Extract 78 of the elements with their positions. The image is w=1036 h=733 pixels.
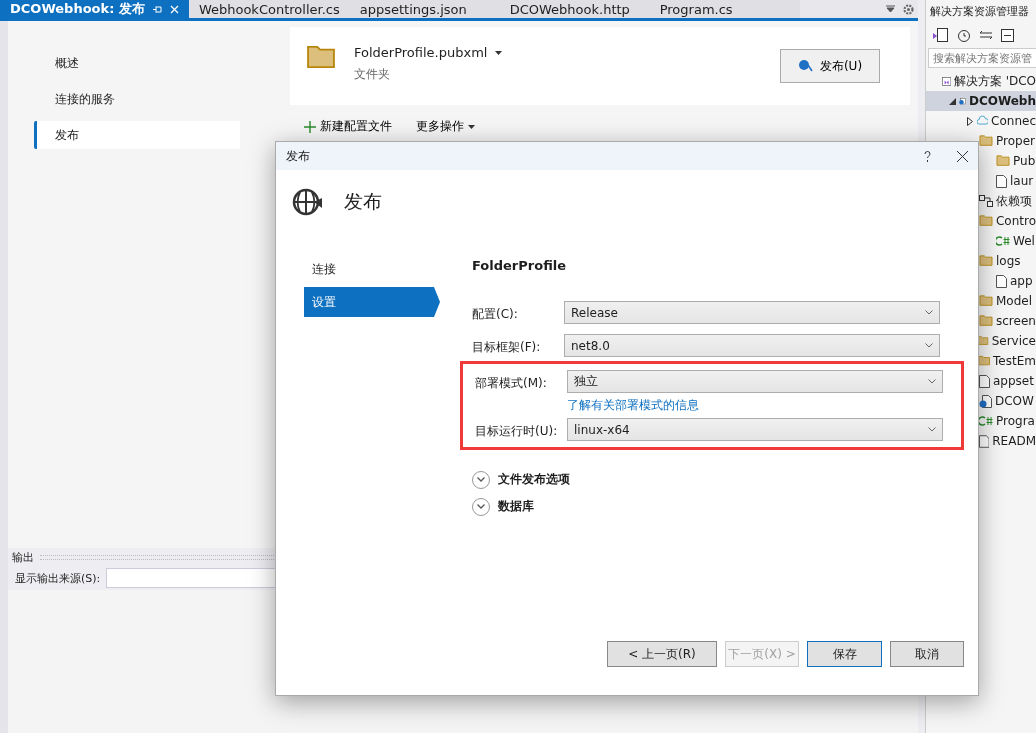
dropdown-field[interactable]: Release xyxy=(564,301,940,324)
dropdown-field[interactable]: net8.0 xyxy=(564,334,940,357)
dropdown-icon[interactable] xyxy=(886,5,895,13)
nav-item[interactable]: 发布 xyxy=(34,121,240,149)
wizard-step[interactable]: 连接 xyxy=(304,254,440,284)
wizard-step[interactable]: 设置 xyxy=(304,287,440,317)
folder-icon xyxy=(306,45,336,69)
tree-item[interactable]: Connec xyxy=(926,111,1036,131)
sync-arrows-icon[interactable] xyxy=(979,30,993,40)
section-title: 文件发布选项 xyxy=(498,471,570,488)
tree-item[interactable]: Pub xyxy=(926,151,1036,171)
solution-view-icon[interactable] xyxy=(932,28,948,42)
plus-icon xyxy=(304,120,316,133)
tree-item[interactable]: 解决方案 'DCO xyxy=(926,71,1036,91)
dropdown-field[interactable]: linux-x64 xyxy=(567,418,943,441)
folder-icon xyxy=(979,295,993,307)
field-label: 配置(C): xyxy=(472,306,519,323)
field-label: 目标运行时(U): xyxy=(475,423,559,440)
folder-icon xyxy=(977,355,991,367)
document-tab[interactable]: appsettings.json xyxy=(349,0,500,18)
document-tab[interactable]: DCOWebhook.http xyxy=(499,0,650,18)
publish-button[interactable]: 发布(U) xyxy=(780,49,880,83)
tree-item[interactable]: laur xyxy=(926,171,1036,191)
caret-icon[interactable] xyxy=(495,50,503,55)
help-icon[interactable] xyxy=(924,150,931,162)
chevron-down-icon xyxy=(925,343,933,348)
profile-heading: FolderProfile xyxy=(472,258,568,273)
folder-icon xyxy=(979,215,993,227)
document-tab[interactable]: WebhookController.cs xyxy=(188,0,350,18)
caret-icon xyxy=(468,124,475,129)
explorer-title: 解决方案资源管理器 xyxy=(929,3,1030,20)
csharp-file-icon xyxy=(996,236,1010,246)
nav-item[interactable]: 概述 xyxy=(34,49,240,77)
profile-type: 文件夹 xyxy=(354,66,391,83)
more-actions-button[interactable]: 更多操作 xyxy=(416,118,475,135)
tree-item[interactable]: logs xyxy=(926,251,1036,271)
chevron-down-icon xyxy=(928,379,936,384)
section-title: 数据库 xyxy=(498,498,534,515)
collapsed-arrow-icon[interactable] xyxy=(966,116,973,126)
document-tab[interactable]: Program.cs xyxy=(649,0,800,18)
settings-icon[interactable] xyxy=(903,3,914,15)
clock-icon[interactable] xyxy=(956,28,971,42)
field-label: 目标框架(F): xyxy=(472,339,542,356)
folder-icon xyxy=(979,255,993,267)
chevron-down-icon xyxy=(925,310,933,315)
folder-icon xyxy=(979,315,993,327)
new-profile-button[interactable]: 新建配置文件 xyxy=(304,118,392,135)
dialog-button[interactable]: 保存 xyxy=(807,641,882,667)
expanded-arrow-icon[interactable] xyxy=(949,97,956,105)
close-icon[interactable] xyxy=(957,150,968,162)
dropdown-field[interactable]: 独立 xyxy=(567,370,943,393)
tree-item[interactable]: app xyxy=(926,271,1036,291)
field-label: 部署模式(M): xyxy=(475,375,548,392)
folder-icon xyxy=(979,135,993,147)
tree-item[interactable]: Contro xyxy=(926,211,1036,231)
folder-icon xyxy=(996,155,1010,167)
dialog-title: 发布 xyxy=(286,147,310,165)
globe-arrow-icon xyxy=(292,188,324,216)
tree-item[interactable]: Wel xyxy=(926,231,1036,251)
dialog-button[interactable]: < 上一页(R) xyxy=(607,641,717,667)
collapse-all-icon[interactable] xyxy=(1001,28,1014,42)
search-field[interactable]: 搜索解决方案资源管 xyxy=(928,48,1036,68)
output-source-label: 显示输出来源(S): xyxy=(15,570,101,586)
solution-icon xyxy=(941,74,951,88)
profile-name: FolderProfile.pubxml xyxy=(354,45,488,60)
cloud-icon xyxy=(976,115,989,127)
csharp-file-icon xyxy=(979,416,993,426)
output-title: 输出 xyxy=(12,549,34,565)
tree-item[interactable]: DCOWebh xyxy=(926,91,1036,111)
pin-icon[interactable] xyxy=(152,4,162,14)
document-tab[interactable]: DCOWebhook: 发布 xyxy=(0,0,189,18)
tree-item[interactable]: 依赖项 xyxy=(926,191,1036,211)
dialog-heading: 发布 xyxy=(344,189,382,214)
document-icon xyxy=(996,274,1007,288)
nav-item[interactable]: 连接的服务 xyxy=(34,85,240,113)
dialog-button[interactable]: 取消 xyxy=(890,641,964,667)
chevron-down-icon xyxy=(928,427,936,432)
tree-item[interactable]: Proper xyxy=(926,131,1036,151)
